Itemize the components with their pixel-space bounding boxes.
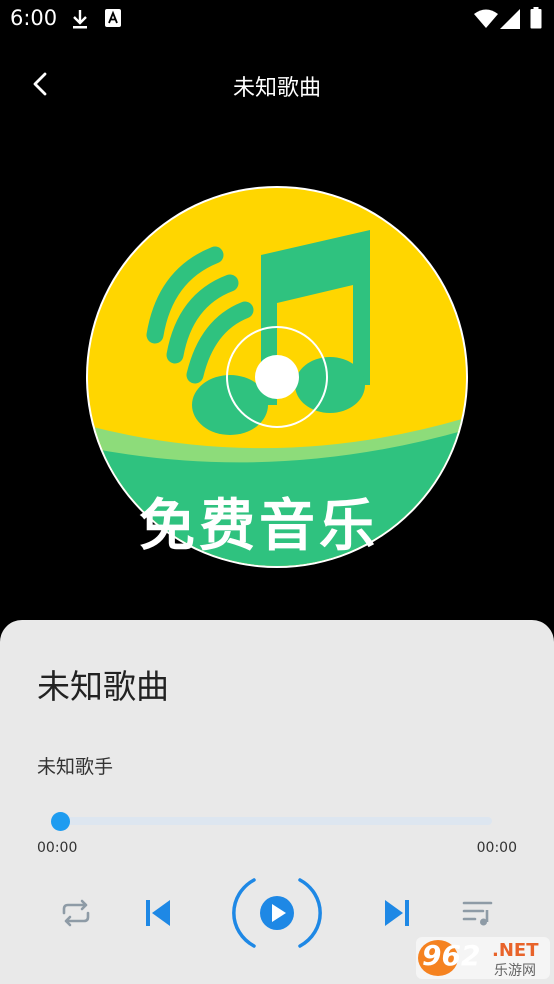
battery-icon xyxy=(530,7,542,33)
page-title: 未知歌曲 xyxy=(232,76,321,101)
current-time: 00:00 xyxy=(37,840,78,856)
watermark-suffix: .NET xyxy=(492,940,539,961)
repeat-button[interactable] xyxy=(56,895,96,935)
status-bar: 6:00 xyxy=(0,0,554,38)
site-watermark: 962 .NET 乐游网 xyxy=(416,935,550,981)
progress-thumb[interactable] xyxy=(51,812,70,831)
watermark-brand: 962 xyxy=(422,939,481,972)
next-button[interactable] xyxy=(377,895,417,935)
repeat-icon xyxy=(58,898,94,932)
playlist-icon xyxy=(461,898,495,932)
song-title: 未知歌曲 xyxy=(37,667,169,706)
total-time: 00:00 xyxy=(476,840,517,856)
wifi-icon xyxy=(474,9,498,33)
status-time: 6:00 xyxy=(10,6,58,30)
download-icon xyxy=(70,8,90,34)
watermark-site: 乐游网 xyxy=(494,963,536,979)
player-panel: 未知歌曲 未知歌手 00:00 00:00 xyxy=(0,620,554,984)
artist-name: 未知歌手 xyxy=(37,756,114,778)
playlist-button[interactable] xyxy=(458,895,498,935)
previous-icon xyxy=(144,898,172,932)
signal-icon xyxy=(500,9,520,33)
font-icon xyxy=(104,8,122,32)
play-icon xyxy=(232,874,322,956)
disc-label: 免费音乐 xyxy=(139,494,379,559)
album-cover-disc[interactable]: 免费音乐 xyxy=(85,185,469,569)
progress-bar[interactable] xyxy=(60,817,492,825)
play-button[interactable] xyxy=(232,876,322,954)
next-icon xyxy=(383,898,411,932)
header: 未知歌曲 xyxy=(0,56,554,116)
previous-button[interactable] xyxy=(138,895,178,935)
